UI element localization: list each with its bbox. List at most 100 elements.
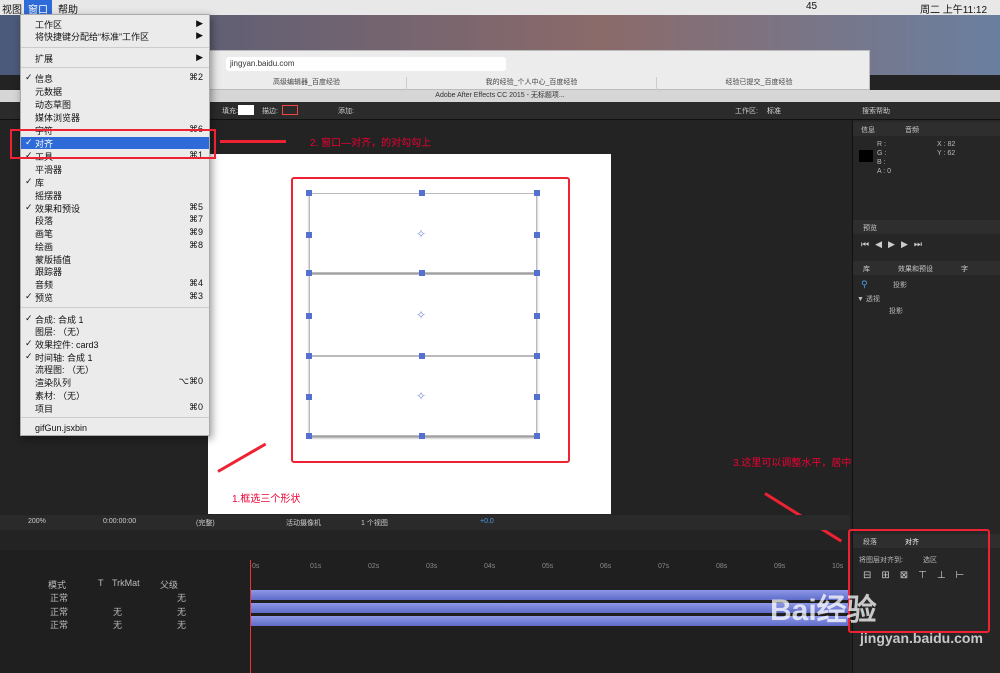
baidu-watermark-url: jingyan.baidu.com	[860, 630, 983, 646]
layer-bar[interactable]	[250, 616, 850, 626]
menu-item-label: 音频	[35, 280, 54, 290]
menu-item[interactable]: 图层: （无）	[21, 325, 209, 337]
window-menu: 工作区 ▶ 将快捷键分配给“标准”工作区 ▶ 扩展 ▶ ✓ 信息 ⌘2 元数据 动态草图 媒体浏览器字…	[20, 14, 210, 436]
menu-item[interactable]: 音频 ⌘4	[21, 278, 209, 290]
tab-effects-presets[interactable]: 效果和预设	[898, 264, 933, 274]
preview-panel-header: 预览	[853, 220, 1000, 234]
time-tick: 06s	[600, 563, 612, 570]
menu-item[interactable]: ✓ 合成: 合成 1	[21, 313, 209, 325]
menu-item[interactable]: ✓ 库	[21, 176, 209, 188]
menu-item[interactable]: 项目 ⌘0	[21, 402, 209, 414]
menu-item-shortcut: ▶	[196, 52, 203, 62]
menu-item[interactable]: ✓ 预览 ⌘3	[21, 291, 209, 303]
menu-highlight-box	[10, 129, 216, 159]
address-bar[interactable]: jingyan.baidu.com	[226, 57, 506, 71]
notification-count[interactable]: 45	[806, 1, 817, 12]
menu-item-shortcut: ▶	[196, 18, 203, 28]
menu-item-label: 摇摆器	[35, 191, 63, 201]
menu-item[interactable]: 摇摆器	[21, 189, 209, 201]
menu-item[interactable]: 画笔 ⌘9	[21, 227, 209, 239]
search-help[interactable]: 搜索帮助	[862, 106, 890, 116]
menu-item[interactable]: 扩展 ▶	[21, 52, 209, 64]
layer-parent[interactable]: 无	[177, 591, 186, 604]
camera-select[interactable]: 活动摄像机	[286, 518, 321, 528]
time-tick: 10s	[832, 563, 844, 570]
menu-item[interactable]: gifGun.jsxbin	[21, 423, 209, 435]
layer-trkmat[interactable]: 无	[113, 605, 122, 618]
selection-highlight-box	[291, 177, 570, 463]
menu-item[interactable]: ✓ 效果控件: card3	[21, 338, 209, 350]
menu-item[interactable]: ✓ 效果和预设 ⌘5	[21, 202, 209, 214]
layer-parent[interactable]: 无	[177, 618, 186, 631]
resolution-select[interactable]: (完整)	[196, 518, 215, 528]
time-tick: 02s	[368, 563, 380, 570]
menu-separator	[21, 67, 209, 68]
annotation-2: 2. 窗口—对齐，的对勾勾上	[310, 138, 432, 149]
mac-menu-bar: 视图 窗口 帮助 45 周二 上午11:12	[0, 0, 1000, 17]
zoom-select[interactable]: 200%	[28, 518, 46, 525]
time-tick: 05s	[542, 563, 554, 570]
exposure-value[interactable]: +0.0	[480, 518, 494, 525]
layer-bar[interactable]	[250, 590, 850, 600]
effects-category[interactable]: ▼ 透视	[857, 294, 880, 304]
info-b: B :	[877, 159, 886, 166]
tab-character[interactable]: 字	[961, 264, 968, 274]
menu-item[interactable]: 渲染队列 ⌥⌘0	[21, 376, 209, 388]
check-icon: ✓	[25, 176, 33, 186]
time-tick: 07s	[658, 563, 670, 570]
browser-tab[interactable]: 经验已提交_百度经验	[656, 77, 861, 91]
clock[interactable]: 周二 上午11:12	[920, 1, 987, 16]
layer-mode[interactable]: 正常	[50, 618, 68, 631]
view-layout-select[interactable]: 1 个视图	[361, 518, 388, 528]
col-trkmat: TrkMat	[112, 578, 140, 588]
add-label[interactable]: 添加:	[338, 106, 354, 116]
tab-library[interactable]: 库	[863, 264, 870, 274]
info-x: X : 82	[937, 141, 956, 148]
menu-item-label: 流程图: （无）	[35, 365, 95, 375]
playback-controls-icon[interactable]: ⏮◀▶▶⏭	[861, 239, 928, 250]
layer-mode[interactable]: 正常	[50, 605, 68, 618]
menu-item-label: 段落	[35, 216, 54, 226]
info-g: G :	[877, 150, 887, 157]
effects-item[interactable]: 投影	[889, 306, 903, 316]
browser-tab[interactable]: 我的经验_个人中心_百度经验	[406, 77, 656, 91]
menu-item[interactable]: 蒙版插值	[21, 253, 209, 265]
menu-item[interactable]: 媒体浏览器	[21, 111, 209, 123]
workspace-select[interactable]: 标准	[767, 106, 781, 116]
tab-audio[interactable]: 音频	[905, 125, 919, 135]
tab-info[interactable]: 信息	[861, 125, 875, 135]
menu-item[interactable]: 绘画 ⌘8	[21, 240, 209, 252]
menu-item-label: 扩展	[35, 54, 54, 64]
menu-item[interactable]: 素材: （无）	[21, 389, 209, 401]
search-icon: ⚲	[861, 279, 868, 289]
layer-trkmat[interactable]: 无	[113, 618, 122, 631]
time-tick: 09s	[774, 563, 786, 570]
col-t: T	[98, 578, 104, 588]
timeline-panel: 模式 T TrkMat 父级 正常 无 正常 无 无 正常 无 无 0s 01s 0…	[0, 550, 850, 673]
menu-item[interactable]: 平滑器	[21, 163, 209, 175]
playhead[interactable]	[250, 560, 251, 673]
annotation-arrow	[220, 140, 286, 143]
layer-parent[interactable]: 无	[177, 605, 186, 618]
menu-item[interactable]: 工作区 ▶	[21, 18, 209, 30]
menu-item[interactable]: 将快捷键分配给“标准”工作区 ▶	[21, 30, 209, 42]
col-mode: 模式	[48, 580, 67, 590]
menu-item[interactable]: 流程图: （无）	[21, 363, 209, 375]
current-time[interactable]: 0:00:00:00	[103, 518, 136, 525]
menu-item[interactable]: ✓ 时间轴: 合成 1	[21, 351, 209, 363]
layer-mode[interactable]: 正常	[50, 591, 68, 604]
menu-item[interactable]: 段落 ⌘7	[21, 214, 209, 226]
browser-tab[interactable]: 高级编辑器_百度经验	[206, 77, 406, 91]
menu-item[interactable]: 动态草图	[21, 98, 209, 110]
menu-item-label: 平滑器	[35, 165, 63, 175]
layer-bar[interactable]	[250, 603, 850, 613]
menu-item[interactable]: 跟踪器	[21, 265, 209, 277]
stroke-label: 描边:	[262, 108, 278, 115]
fill-swatch[interactable]	[238, 105, 254, 115]
effects-search-input[interactable]: 投影	[893, 280, 907, 290]
info-r: R :	[877, 141, 886, 148]
menu-item[interactable]: 元数据	[21, 85, 209, 97]
menu-view[interactable]: 视图	[2, 1, 22, 16]
menu-item[interactable]: ✓ 信息 ⌘2	[21, 72, 209, 84]
stroke-swatch[interactable]	[282, 105, 298, 115]
